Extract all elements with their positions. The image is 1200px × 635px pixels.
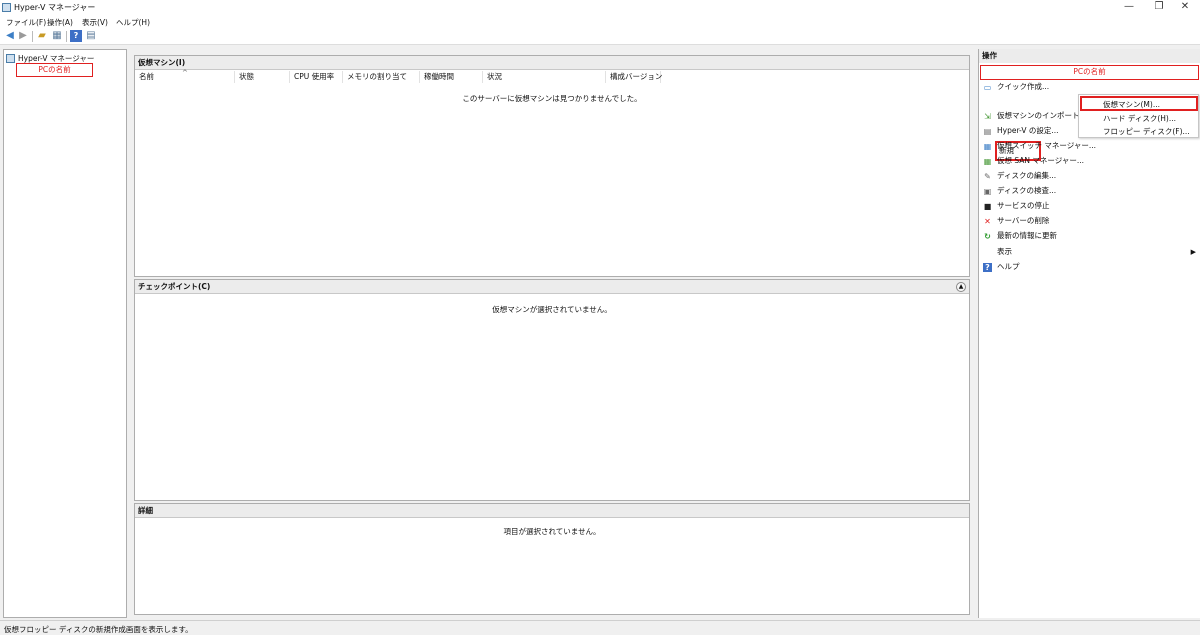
menu-bar: ファイル(F) 操作(A) 表示(V) ヘルプ(H) <box>0 15 1200 28</box>
remove-server-icon: ✕ <box>984 217 991 226</box>
actions-section-server[interactable]: PCの名前 <box>980 65 1199 80</box>
action-inspect-disk[interactable]: ▣ ディスクの検査... <box>983 184 1056 198</box>
action-import-vm[interactable]: ⇲ 仮想マシンのインポート... <box>983 109 1087 123</box>
hyperv-app-icon <box>2 3 11 12</box>
details-panel: 詳細 項目が選択されていません。 <box>134 503 970 615</box>
import-icon: ⇲ <box>984 112 991 121</box>
quick-create-icon: ▭ <box>983 83 992 92</box>
action-label: サービスの停止 <box>997 201 1050 210</box>
column-uptime[interactable]: 稼働時間 <box>420 71 483 83</box>
menu-help[interactable]: ヘルプ(H) <box>116 17 150 28</box>
back-arrow-icon[interactable]: ◀ <box>4 30 16 42</box>
menu-file[interactable]: ファイル(F) <box>6 17 46 28</box>
switch-icon: ▦ <box>983 142 992 151</box>
console-tree-icon[interactable]: ▦ <box>51 30 63 42</box>
toolbar: ◀ ▶ ▰ ▦ ? ▤ <box>0 28 1200 45</box>
title-bar: Hyper-V マネージャー — ❐ ✕ <box>0 0 1200 15</box>
action-label: 仮想 SAN マネージャー... <box>997 156 1085 165</box>
vm-panel: 仮想マシン(I) 名前 ^ 状態 CPU 使用率 メモリの割り当て 稼働時間 状… <box>134 55 970 277</box>
action-label: 仮想スイッチ マネージャー... <box>997 141 1097 150</box>
window-title: Hyper-V マネージャー <box>14 3 96 12</box>
action-label: ディスクの検査... <box>997 186 1057 195</box>
action-edit-disk[interactable]: ✎ ディスクの編集... <box>983 169 1056 183</box>
action-label: 表示 <box>997 247 1012 256</box>
action-label: クイック作成... <box>997 82 1050 91</box>
action-help[interactable]: ? ヘルプ <box>983 260 1020 274</box>
column-state[interactable]: 状態 <box>235 71 290 83</box>
submenu-arrow-icon: ▶ <box>1190 248 1196 256</box>
tree-server-node[interactable]: PCの名前 <box>16 63 93 77</box>
actions-title: 操作 <box>979 49 1200 63</box>
submenu-item-floppy-disk[interactable]: フロッピー ディスク(F)... <box>1103 126 1190 137</box>
settings-icon: ▤ <box>983 127 992 136</box>
action-hyperv-settings[interactable]: ▤ Hyper-V の設定... <box>983 124 1059 138</box>
help-icon: ? <box>983 263 992 272</box>
details-panel-title: 詳細 <box>135 504 969 518</box>
sort-ascending-icon: ^ <box>182 69 188 77</box>
action-label: ディスクの編集... <box>997 171 1057 180</box>
help-icon[interactable]: ? <box>70 30 82 42</box>
action-quick-create[interactable]: ▭ クイック作成... <box>983 80 1049 94</box>
close-button[interactable]: ✕ <box>1170 0 1200 15</box>
action-label: ヘルプ <box>997 262 1020 271</box>
folder-up-icon[interactable]: ▰ <box>36 30 48 42</box>
column-config-version[interactable]: 構成バージョン <box>606 71 662 83</box>
collapse-icon[interactable]: ▲ <box>956 282 966 292</box>
vm-panel-title: 仮想マシン(I) <box>135 56 969 70</box>
column-cpu[interactable]: CPU 使用率 <box>290 71 343 83</box>
forward-arrow-icon[interactable]: ▶ <box>17 30 29 42</box>
column-status[interactable]: 状況 <box>483 71 606 83</box>
stop-service-icon: ■ <box>983 202 992 211</box>
toolbar-separator <box>66 31 67 42</box>
column-memory[interactable]: メモリの割り当て <box>343 71 420 83</box>
action-refresh[interactable]: ↻ 最新の情報に更新 <box>983 229 1057 243</box>
new-submenu: 仮想マシン(M)... ハード ディスク(H)... フロッピー ディスク(F)… <box>1078 94 1199 138</box>
action-label: サーバーの削除 <box>997 216 1050 225</box>
action-switch-manager[interactable]: ▦ 仮想スイッチ マネージャー... <box>983 139 1096 153</box>
vm-empty-message: このサーバーに仮想マシンは見つかりませんでした。 <box>462 94 642 103</box>
menu-action[interactable]: 操作(A) <box>47 17 73 28</box>
action-label: 最新の情報に更新 <box>997 231 1057 240</box>
submenu-item-virtual-machine[interactable]: 仮想マシン(M)... <box>1103 99 1160 110</box>
details-empty-message: 項目が選択されていません。 <box>503 527 601 536</box>
action-label: 仮想マシンのインポート... <box>997 111 1087 120</box>
action-remove-server[interactable]: ✕ サーバーの削除 <box>983 214 1049 228</box>
hyperv-manager-icon <box>6 54 15 63</box>
inspect-disk-icon: ▣ <box>983 187 992 196</box>
properties-icon[interactable]: ▤ <box>85 30 97 42</box>
status-text: 仮想フロッピー ディスクの新規作成画面を表示します。 <box>4 625 193 634</box>
action-view[interactable]: 表示 <box>997 245 1012 259</box>
toolbar-separator <box>32 31 33 42</box>
edit-disk-icon: ✎ <box>984 172 991 181</box>
menu-view[interactable]: 表示(V) <box>82 17 108 28</box>
submenu-item-hard-disk[interactable]: ハード ディスク(H)... <box>1103 113 1176 124</box>
minimize-button[interactable]: — <box>1114 0 1144 15</box>
san-icon: ▦ <box>983 157 992 166</box>
checkpoint-panel-title: チェックポイント(C) <box>135 280 969 294</box>
action-label: Hyper-V の設定... <box>997 126 1059 135</box>
tree-root-label: Hyper-V マネージャー <box>18 54 95 63</box>
refresh-icon: ↻ <box>984 232 991 241</box>
checkpoint-empty-message: 仮想マシンが選択されていません。 <box>492 305 612 314</box>
checkpoint-panel: チェックポイント(C) ▲ 仮想マシンが選択されていません。 <box>134 279 970 501</box>
action-san-manager[interactable]: ▦ 仮想 SAN マネージャー... <box>983 154 1084 168</box>
action-stop-service[interactable]: ■ サービスの停止 <box>983 199 1050 213</box>
console-tree: Hyper-V マネージャー PCの名前 <box>3 49 127 618</box>
status-bar: 仮想フロッピー ディスクの新規作成画面を表示します。 <box>0 620 1200 635</box>
